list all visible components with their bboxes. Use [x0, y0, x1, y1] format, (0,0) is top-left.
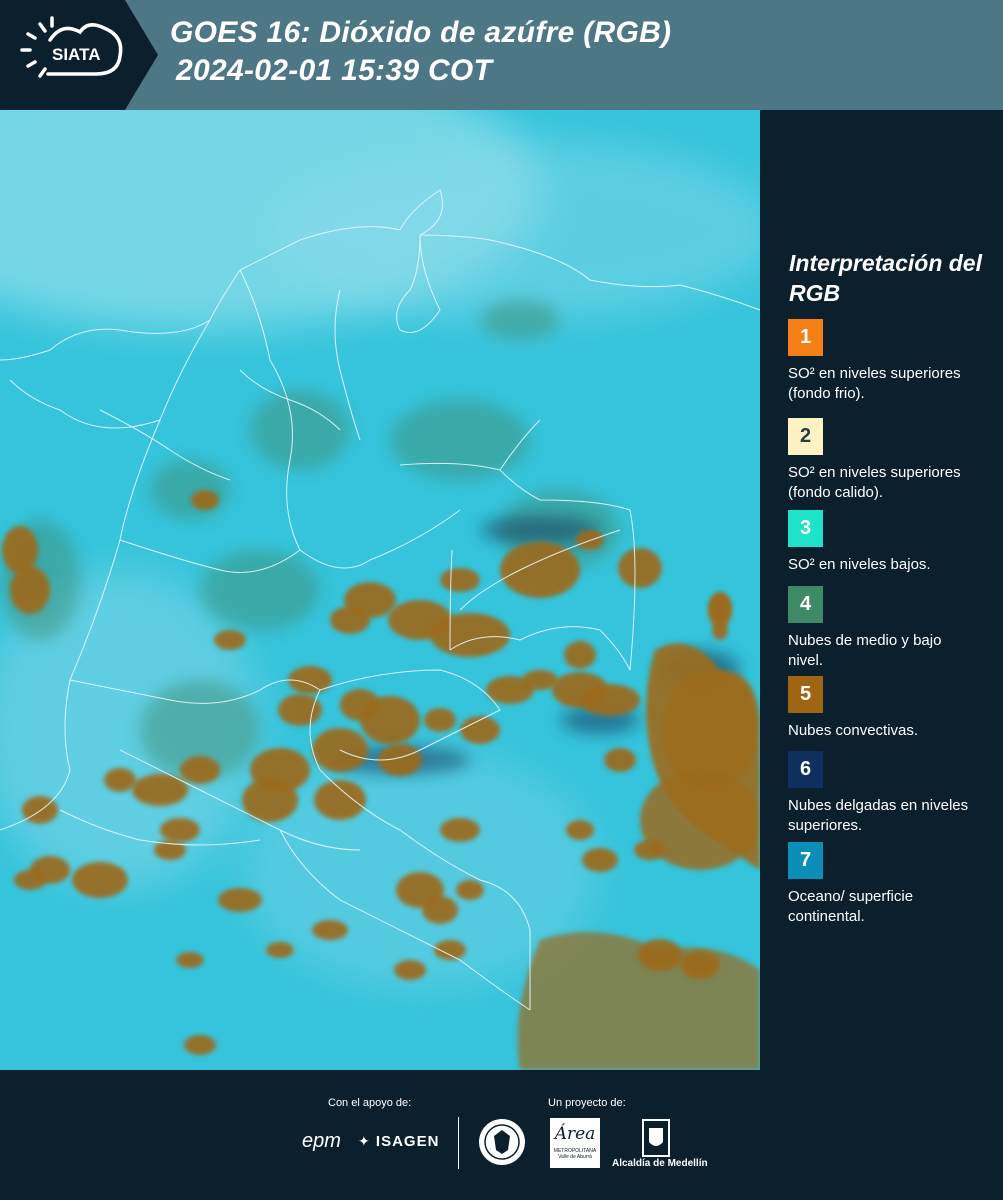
satellite-map[interactable] [0, 110, 760, 1070]
cloud-cell [314, 780, 366, 820]
cloud-cell [422, 896, 458, 924]
cloud-cell [604, 748, 636, 772]
legend-swatch: 7 [788, 842, 823, 879]
area-sub-text-2: Valle de Aburrá [558, 1154, 592, 1160]
legend-label: SO² en niveles superiores (fondo calido)… [788, 464, 961, 501]
legend-swatch: 6 [788, 751, 823, 788]
cloud-cell [430, 613, 510, 657]
legend-item-3: 3 SO² en niveles bajos. [788, 510, 988, 575]
legend-swatch: 2 [788, 418, 823, 455]
cloud-cell [582, 848, 618, 872]
legend-panel: Interpretación del RGB 1 SO² en niveles s… [760, 110, 1003, 1070]
satellite-image [0, 110, 760, 1070]
isagen-icon: ✦ [358, 1133, 371, 1149]
cloud-cell [278, 694, 322, 726]
cloud-cell [266, 942, 294, 958]
legend-label: SO² en niveles bajos. [788, 556, 931, 573]
footer-divider [458, 1117, 459, 1169]
area-text: Área [554, 1124, 596, 1144]
cloud-cell [638, 939, 682, 971]
cloud-cell [440, 818, 480, 842]
cloud-cell [180, 756, 220, 784]
title-line-2: 2024-02-01 15:39 COT [176, 54, 493, 87]
legend-swatch: 3 [788, 510, 823, 547]
cloud-cell [184, 1035, 216, 1055]
legend-item-5: 5 Nubes convectivas. [788, 676, 988, 741]
isagen-logo[interactable]: ✦ ISAGEN [358, 1133, 439, 1150]
epm-logo[interactable]: epm [302, 1130, 341, 1153]
cloud-cell [132, 774, 188, 806]
medellin-seal-icon[interactable] [478, 1118, 526, 1166]
cloud-cell [440, 568, 480, 592]
cloud-cell [710, 594, 730, 622]
cloud-cell [72, 862, 128, 898]
legend-item-1: 1 SO² en niveles superiores (fondo frio). [788, 319, 988, 404]
legend-swatch: 1 [788, 319, 823, 356]
cloud-cell [456, 880, 484, 900]
alcaldia-text[interactable]: Alcaldía de Medellín [612, 1158, 708, 1169]
cloud-cell [712, 620, 728, 640]
cloud-cell [330, 606, 370, 634]
isagen-text: ISAGEN [375, 1133, 440, 1150]
cloud-cell [618, 548, 662, 588]
cloud-cell [680, 951, 720, 979]
cloud-cell [500, 542, 580, 598]
siata-logo-icon: SIATA [0, 0, 158, 110]
legend-item-7: 7 Oceano/ superficie continental. [788, 842, 988, 927]
legend-label: SO² en niveles superiores (fondo frio). [788, 365, 961, 402]
legend-swatch: 4 [788, 586, 823, 623]
legend-item-2: 2 SO² en niveles superiores (fondo calido… [788, 418, 988, 503]
cloud-cell [218, 888, 262, 912]
support-label: Con el apoyo de: [328, 1097, 412, 1109]
legend-item-6: 6 Nubes delgadas en niveles superiores. [788, 751, 988, 836]
legend-item-4: 4 Nubes de medio y bajo nivel. [788, 586, 988, 671]
area-metropolitana-logo[interactable]: Área METROPOLITANA Valle de Aburrá [550, 1118, 600, 1168]
epm-text: epm [302, 1130, 341, 1152]
legend-label: Nubes convectivas. [788, 722, 919, 739]
cloud-cell [191, 490, 219, 510]
title-line-1: GOES 16: Dióxido de azúfre (RGB) [170, 16, 672, 49]
legend-label: Nubes delgadas en niveles superiores. [788, 797, 969, 834]
alcaldia-shield-icon [642, 1119, 670, 1157]
footer: Con el apoyo de: Un proyecto de: epm ✦ I… [0, 1070, 1003, 1200]
siata-logo[interactable]: SIATA [0, 0, 158, 110]
cloud-cell [104, 768, 136, 792]
cloud-cell [10, 566, 50, 614]
cloud-cell [580, 684, 640, 716]
cloud-cell [394, 960, 426, 980]
cloud-cell [176, 952, 204, 968]
cloud-cell [434, 940, 466, 960]
legend-label: Oceano/ superficie continental. [788, 888, 914, 925]
header-bar: SIATA GOES 16: Dióxido de azúfre (RGB) 2… [0, 0, 1003, 110]
legend-title: Interpretación del RGB [789, 250, 982, 306]
legend-swatch: 5 [788, 676, 823, 713]
logo-text: SIATA [52, 45, 100, 64]
cloud-cell [360, 696, 420, 744]
page-title: GOES 16: Dióxido de azúfre (RGB) 2024-02… [170, 14, 671, 90]
cloud-cell [566, 820, 594, 840]
cloud-cell [160, 818, 200, 842]
legend-label: Nubes de medio y bajo nivel. [788, 632, 942, 669]
cloud-cell [564, 641, 596, 669]
project-label: Un proyecto de: [548, 1097, 626, 1109]
cloud-cell [312, 920, 348, 940]
cloud-cell [522, 670, 558, 690]
cloud-cell [14, 870, 46, 890]
cloud-cell [634, 840, 666, 860]
cloud-cell [424, 708, 456, 732]
cloud-cell [214, 630, 246, 650]
